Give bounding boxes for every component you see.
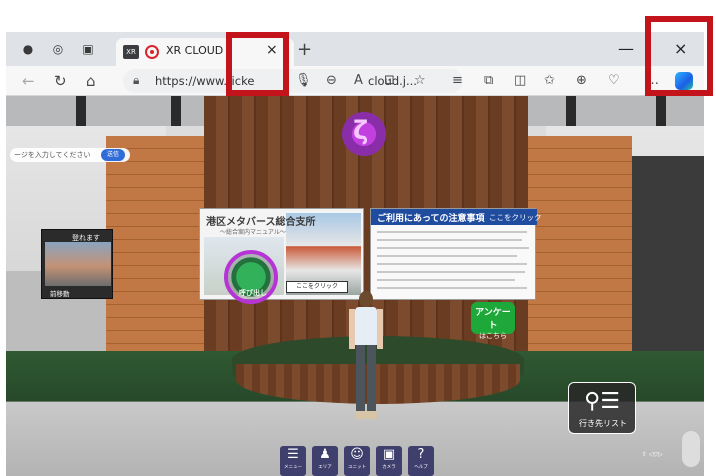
lock-icon: 🔒︎ [133,73,140,87]
browser-essentials-icon[interactable]: ♡ [608,73,620,88]
tab-actions-icon[interactable]: ▣ [80,41,96,57]
chat-placeholder: ージを入力してください [14,151,91,159]
notice-text-line [377,247,529,249]
minimize-button[interactable]: — [618,39,634,58]
notice-text-line [377,287,527,289]
ceiling-beam [566,96,576,126]
metaverse-scene[interactable]: ージを入力してください 送信 ζ 登れます 前移動 港区メタバース総合支所 ～総… [6,96,704,476]
menu-label: メニュー [284,465,302,470]
info-board-left[interactable]: 登れます 前移動 [41,229,113,299]
player-avatar [346,291,386,431]
tab-bar: ● ◎ ▣ XR XR CLOUD × + — × [6,32,704,66]
camera-icon: ▣ [382,447,396,462]
favorite-icon[interactable]: ☆ [414,73,426,88]
area-label: エリア [318,465,332,470]
avatar-body [355,307,377,345]
notice-text-line [377,255,517,257]
notice-text-line [377,279,515,281]
avatar-leg [367,345,376,411]
back-icon[interactable]: ← [22,72,35,90]
avatar-thumbnail[interactable] [682,431,700,467]
split-screen-icon[interactable]: ◫ [514,73,526,88]
ceiling-beam [171,96,181,126]
brick-pillar-right [528,136,632,386]
ceiling-beam [656,96,666,126]
url-field[interactable]: 🔒︎ https://www.ticke cloud.j... [123,69,463,93]
avatar-foot [355,411,366,419]
address-bar-row: ← ↻ ⌂ 🔒︎ https://www.ticke cloud.j... 🎙︎… [6,66,704,96]
survey-sublabel: はこちら [479,332,507,340]
avatar-head [359,291,373,307]
logo-sign: ζ [336,106,392,162]
survey-label: アンケート [475,308,511,331]
guide-click-button[interactable]: ここをクリック [286,281,348,293]
home-icon[interactable]: ⌂ [86,72,96,90]
unit-label: ユニット [348,465,366,470]
xr-favicon-icon: XR [123,45,139,59]
survey-button[interactable]: アンケート はこちら [471,302,515,340]
refresh-icon[interactable]: ↻ [54,72,67,90]
destination-label: 行き先リスト [579,419,627,428]
ceiling-beam [76,96,86,126]
avatar-arm [377,309,383,349]
area-button[interactable]: ♟ エリア [312,446,338,476]
mic-icon[interactable]: 🎙︎ [295,73,312,88]
new-tab-button[interactable]: + [297,39,312,60]
notice-board[interactable]: ご利用にあっての注意事項 ここをクリック [370,208,542,300]
workspaces-icon[interactable]: ◎ [50,41,66,57]
notice-text-line [377,271,525,273]
app-icon[interactable]: ⊡ [384,73,395,88]
guide-title: 港区メタバース総合支所 [206,217,316,228]
reading-view-icon[interactable]: ≡ [452,73,463,88]
extensions-icon[interactable]: ⧉ [484,73,493,88]
unit-button[interactable]: ☺ ユニット [344,446,370,476]
dark-wall [626,156,704,356]
map-list-icon: ⚲☰ [584,389,620,414]
help-label: ヘルプ [414,465,428,470]
guide-board[interactable]: 港区メタバース総合支所 ～総合案内マニュアル～ ここをクリック [199,208,364,300]
recording-icon [145,45,159,59]
help-icon: ? [417,447,425,462]
notice-text-line [377,239,522,241]
avatar-foot [366,411,377,419]
guide-subtitle: ～総合案内マニュアル～ [220,229,286,236]
left-board-caption: 前移動 [50,290,70,298]
logo-glyph: ζ [353,116,369,146]
favorites-icon[interactable]: ✩ [544,73,555,88]
camera-label: カメラ [382,465,396,470]
highlight-box-tab-close [226,32,289,96]
movement-controls[interactable]: ⇧ ◁▽▷ [642,451,682,473]
call-label: 呼び出し [239,289,267,297]
notice-text-line [377,231,527,233]
call-button[interactable]: 呼び出し [224,250,278,304]
tab-title: XR CLOUD [166,44,224,57]
read-aloud-icon[interactable]: A [354,73,363,88]
menu-button[interactable]: ☰ メニュー [280,446,306,476]
menu-icon: ☰ [287,447,299,462]
collections-icon[interactable]: ⊕ [576,73,587,88]
zoom-icon[interactable]: ⊖ [326,73,337,88]
notice-header: ご利用にあっての注意事項 ここをクリック [371,209,542,225]
left-board-image [45,242,111,286]
area-icon: ♟ [319,447,331,462]
help-button[interactable]: ? ヘルプ [408,446,434,476]
unit-icon: ☺ [350,447,364,462]
camera-button[interactable]: ▣ カメラ [376,446,402,476]
highlight-box-window-close [645,16,713,96]
avatar-leg [356,345,365,411]
chat-send-button[interactable]: 送信 [101,149,125,161]
brick-pillar-left [106,136,204,386]
profile-icon[interactable]: ● [20,41,36,57]
notice-title: ご利用にあっての注意事項 [377,214,485,224]
notice-link[interactable]: ここをクリック [489,212,542,223]
notice-text-line [377,263,527,265]
destination-list-button[interactable]: ⚲☰ 行き先リスト [568,382,636,434]
